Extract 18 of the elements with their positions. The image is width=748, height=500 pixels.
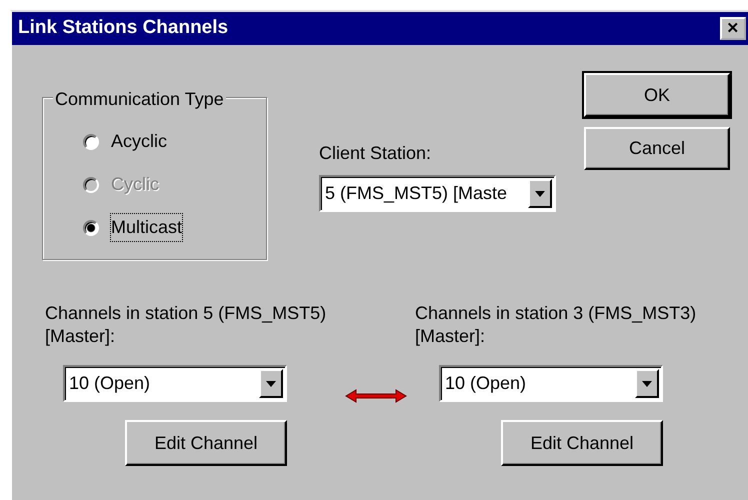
dialog-button[interactable]: Cancel <box>584 127 730 170</box>
dialog-button[interactable]: OK <box>584 73 730 117</box>
field-label: Channels in station 3 (FMS_MST3) [Master]: <box>415 302 698 347</box>
field-label: Client Station: <box>319 142 432 165</box>
dropdown[interactable]: 10 (Open) <box>439 365 663 402</box>
double-arrow-icon <box>345 389 407 404</box>
dropdown[interactable]: 10 (Open) <box>63 365 287 402</box>
radio-option[interactable]: Acyclic <box>83 128 168 155</box>
edit-channel-button[interactable]: Edit Channel <box>501 420 663 466</box>
field-label: Channels in station 5 (FMS_MST5) [Master]: <box>45 302 328 347</box>
edit-channel-button[interactable]: Edit Channel <box>125 420 287 466</box>
caret-icon <box>266 380 276 386</box>
window-title: Link Stations Channels <box>18 16 228 40</box>
radio-option[interactable]: Multicast <box>83 214 182 241</box>
dropdown[interactable]: 5 (FMS_MST5) [Maste <box>319 175 556 212</box>
caret-icon <box>642 380 652 386</box>
close-button[interactable]: ✕ <box>720 17 746 40</box>
caret-icon <box>535 190 545 196</box>
